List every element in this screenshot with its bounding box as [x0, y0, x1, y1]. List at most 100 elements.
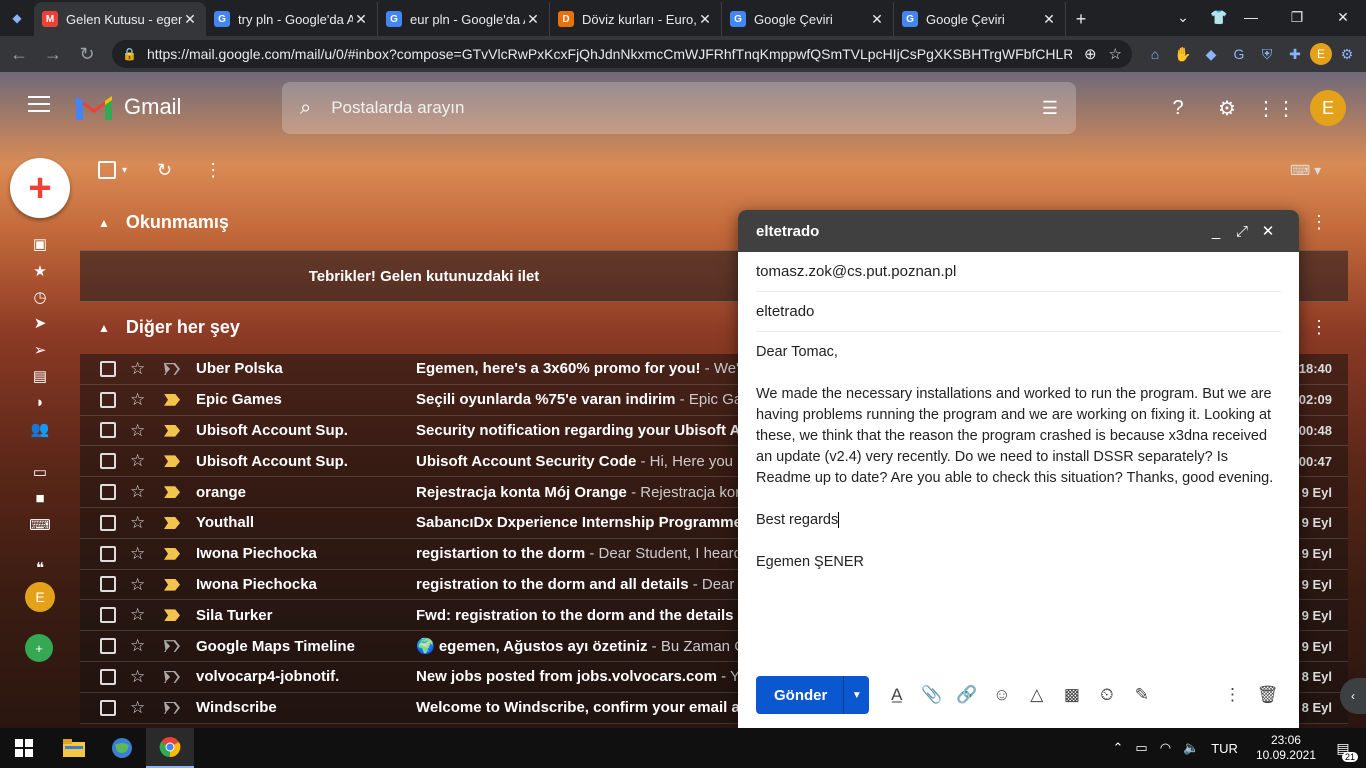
more-compose-options-icon[interactable]: ⋮: [1215, 685, 1250, 705]
star-icon[interactable]: ☆: [130, 451, 145, 471]
volume-icon[interactable]: 🔈: [1183, 740, 1199, 756]
star-icon[interactable]: ☆: [130, 605, 145, 625]
compose-header[interactable]: eltetrado _ ⤢ ✕: [738, 210, 1299, 252]
row-checkbox[interactable]: [100, 576, 116, 593]
select-all-checkbox[interactable]: [98, 161, 116, 179]
tab-search-icon[interactable]: ◆: [0, 0, 34, 36]
meet-video-icon[interactable]: ▭: [26, 460, 54, 484]
gmail-logo[interactable]: Gmail: [74, 92, 181, 122]
search-input[interactable]: Postalarda arayın: [331, 98, 1042, 118]
settings-gear-icon[interactable]: ⚙: [1213, 94, 1241, 122]
star-icon[interactable]: ☆: [130, 482, 145, 502]
google-drive-icon[interactable]: △: [1019, 685, 1054, 705]
tab-close-icon[interactable]: ✕: [353, 11, 369, 28]
star-icon[interactable]: ☆: [130, 390, 145, 410]
tab-close-icon[interactable]: ✕: [869, 11, 885, 28]
compose-button[interactable]: +: [10, 158, 70, 218]
importance-marker-icon[interactable]: [164, 363, 180, 375]
star-icon[interactable]: ☆: [130, 544, 145, 564]
new-chat-icon[interactable]: +: [25, 634, 53, 662]
tab-close-icon[interactable]: ✕: [1041, 11, 1057, 28]
minimize-icon[interactable]: _: [1203, 223, 1229, 240]
importance-marker-icon[interactable]: [164, 670, 180, 683]
other-section-header[interactable]: ▲ Diğer her şey: [98, 317, 240, 338]
bookmark-star-icon[interactable]: ☆: [1109, 45, 1122, 63]
row-checkbox[interactable]: [100, 422, 116, 439]
row-checkbox[interactable]: [100, 484, 116, 501]
row-checkbox[interactable]: [100, 668, 116, 685]
file-explorer-icon[interactable]: [50, 728, 98, 768]
browser-tab[interactable]: M Gelen Kutusu - egemen✕: [34, 2, 206, 36]
collapse-chevron-icon[interactable]: ▲: [98, 216, 110, 230]
contacts-icon[interactable]: 👥: [26, 417, 54, 441]
windows-start-icon[interactable]: [0, 728, 48, 768]
browser-tab[interactable]: Geur pln - Google'da Ara✕: [378, 2, 550, 36]
new-tab-button[interactable]: +: [1066, 2, 1096, 36]
drafts-icon[interactable]: ▤: [26, 364, 54, 388]
importance-marker-icon[interactable]: [164, 516, 180, 529]
zoom-icon[interactable]: ⊕: [1084, 45, 1097, 63]
join-meeting-icon[interactable]: ■: [26, 486, 54, 510]
row-checkbox[interactable]: [100, 545, 116, 562]
browser-tab[interactable]: G Google Çeviri ✕: [894, 2, 1066, 36]
address-bar[interactable]: 🔒 https://mail.google.com/mail/u/0/#inbo…: [112, 40, 1132, 68]
chrome-app-icon[interactable]: [146, 728, 194, 768]
row-checkbox[interactable]: [100, 360, 116, 377]
forward-arrow-icon[interactable]: →: [38, 39, 68, 69]
message-body[interactable]: Dear Tomac, We made the necessary instal…: [756, 342, 1281, 573]
diamond-extension-icon[interactable]: ◆: [1198, 41, 1224, 67]
inbox-icon[interactable]: ▣: [26, 232, 54, 256]
important-label-icon[interactable]: ➤: [26, 311, 54, 335]
unread-section-header[interactable]: ▲ Okunmamış: [98, 212, 229, 233]
help-icon[interactable]: ?: [1164, 94, 1192, 122]
row-checkbox[interactable]: [100, 514, 116, 531]
star-icon[interactable]: ☆: [130, 636, 145, 656]
row-checkbox[interactable]: [100, 453, 116, 470]
discard-trash-icon[interactable]: 🗑: [1250, 685, 1285, 705]
browser-tab[interactable]: D Döviz kurları - Euro, Dol✕: [550, 2, 722, 36]
browser-tab[interactable]: Gtry pln - Google'da Ara✕: [206, 2, 378, 36]
reload-icon[interactable]: ↻: [72, 39, 102, 69]
restore-window-button[interactable]: ❐: [1274, 0, 1320, 34]
keyboard-icon[interactable]: ⌨: [26, 513, 54, 537]
star-icon[interactable]: ☆: [130, 575, 145, 595]
shield-extension-icon[interactable]: ⛨: [1254, 41, 1280, 67]
chat-user-avatar[interactable]: E: [25, 582, 55, 612]
send-button[interactable]: Gönder: [756, 687, 843, 704]
close-icon[interactable]: ✕: [1255, 222, 1281, 240]
formatting-options-icon[interactable]: A̲: [879, 685, 914, 705]
importance-marker-icon[interactable]: [164, 578, 180, 591]
importance-marker-icon[interactable]: [164, 424, 180, 437]
row-checkbox[interactable]: [100, 699, 116, 716]
importance-marker-icon[interactable]: [164, 486, 180, 499]
input-tools-icon[interactable]: ⌨ ▾: [1290, 162, 1321, 179]
close-window-button[interactable]: ✕: [1320, 0, 1366, 34]
insert-emoji-icon[interactable]: ☺: [984, 685, 1019, 705]
snoozed-clock-icon[interactable]: ◷: [26, 285, 54, 309]
signature-pen-icon[interactable]: ✎: [1124, 685, 1159, 705]
input-language-indicator[interactable]: TUR: [1211, 741, 1238, 756]
tab-close-icon[interactable]: ✕: [697, 11, 713, 28]
importance-marker-icon[interactable]: [164, 609, 180, 622]
back-arrow-icon[interactable]: ←: [4, 39, 34, 69]
settings-extension-icon[interactable]: ⚙: [1334, 41, 1360, 67]
star-icon[interactable]: ☆: [130, 698, 145, 718]
importance-marker-icon[interactable]: [164, 547, 180, 560]
search-icon[interactable]: ⌕: [300, 97, 311, 120]
subject-field[interactable]: eltetrado: [756, 292, 1281, 332]
select-dropdown-icon[interactable]: ▾: [122, 165, 127, 176]
importance-marker-icon[interactable]: [164, 393, 180, 406]
tab-close-icon[interactable]: ✕: [525, 11, 541, 28]
unread-section-more-icon[interactable]: ⋮: [1310, 212, 1328, 233]
tab-close-icon[interactable]: ✕: [182, 11, 198, 28]
wifi-icon[interactable]: ◠: [1160, 740, 1171, 756]
send-options-dropdown[interactable]: ▼: [843, 676, 869, 714]
home-extension-icon[interactable]: ⌂: [1142, 41, 1168, 67]
action-center-icon[interactable]: ▤ 21: [1328, 736, 1358, 762]
minimize-window-button[interactable]: —: [1228, 0, 1274, 34]
apps-grid-icon[interactable]: ⋮⋮: [1256, 94, 1296, 122]
starred-icon[interactable]: ★: [26, 259, 54, 283]
main-menu-icon[interactable]: [28, 96, 50, 114]
refresh-icon[interactable]: ↻: [157, 160, 172, 181]
search-options-icon[interactable]: ☰: [1042, 98, 1058, 119]
